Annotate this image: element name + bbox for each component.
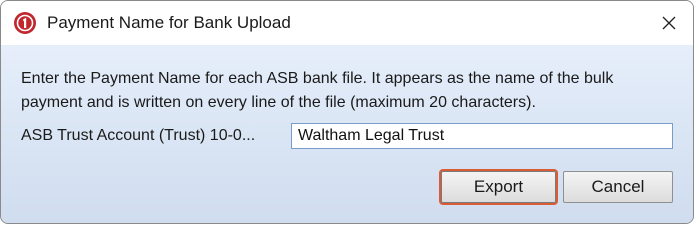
dialog-window: Payment Name for Bank Upload Enter the P… bbox=[0, 0, 694, 224]
cancel-button[interactable]: Cancel bbox=[563, 171, 673, 203]
instructions-text: Enter the Payment Name for each ASB bank… bbox=[21, 70, 614, 111]
close-button[interactable] bbox=[651, 5, 687, 41]
close-icon bbox=[662, 16, 676, 30]
app-logo-icon bbox=[13, 11, 37, 35]
dialog-body: Enter the Payment Name for each ASB bank… bbox=[1, 45, 693, 223]
window-title: Payment Name for Bank Upload bbox=[47, 13, 291, 32]
account-label: ASB Trust Account (Trust) 10-0... bbox=[21, 127, 256, 144]
payment-name-input[interactable] bbox=[291, 123, 673, 149]
title-bar[interactable]: Payment Name for Bank Upload bbox=[1, 1, 693, 45]
export-button[interactable]: Export bbox=[441, 171, 556, 203]
